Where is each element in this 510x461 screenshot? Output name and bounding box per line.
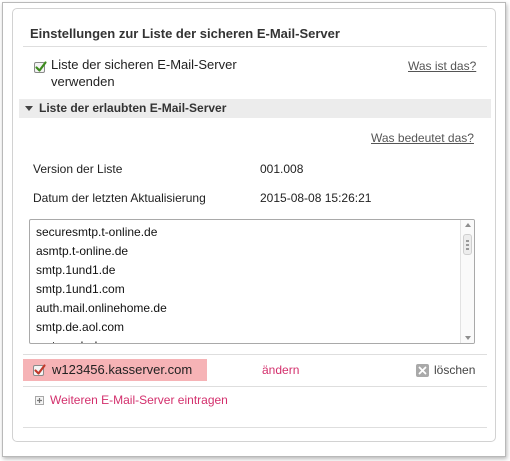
add-server-link[interactable]: Weiteren E-Mail-Server eintragen bbox=[50, 393, 228, 407]
use-list-checkbox[interactable] bbox=[34, 61, 47, 73]
scroll-up-arrow-icon[interactable] bbox=[465, 223, 471, 227]
grip-icon bbox=[466, 248, 469, 250]
row-divider bbox=[23, 386, 487, 387]
last-update-value: 2015-08-08 15:26:21 bbox=[260, 191, 372, 205]
server-list-box[interactable]: securesmtp.t-online.de asmtp.t-online.de… bbox=[29, 219, 475, 344]
bottom-divider bbox=[23, 427, 487, 428]
dialog-window: Einstellungen zur Liste der sicheren E-M… bbox=[2, 2, 506, 457]
settings-panel: Einstellungen zur Liste der sicheren E-M… bbox=[12, 8, 496, 442]
delete-x-icon[interactable] bbox=[416, 364, 429, 377]
grip-icon bbox=[466, 244, 469, 246]
title-divider bbox=[23, 46, 487, 47]
edit-server-link[interactable]: ändern bbox=[262, 363, 299, 377]
grip-icon bbox=[466, 240, 469, 242]
collapse-triangle-icon bbox=[25, 106, 33, 111]
custom-server-name: w123456.kasserver.com bbox=[52, 362, 193, 377]
checkmark-icon bbox=[34, 364, 46, 375]
version-label: Version der Liste bbox=[33, 162, 123, 176]
scroll-down-arrow-icon[interactable] bbox=[465, 336, 471, 340]
list-item: securesmtp.t-online.de bbox=[36, 225, 158, 239]
what-does-this-mean-link[interactable]: Was bedeutet das? bbox=[371, 131, 474, 145]
last-update-label: Datum der letzten Aktualisierung bbox=[33, 191, 206, 205]
version-value: 001.008 bbox=[260, 162, 304, 176]
allowed-servers-title: Liste der erlaubten E-Mail-Server bbox=[39, 101, 227, 115]
settings-title: Einstellungen zur Liste der sicheren E-M… bbox=[30, 26, 340, 41]
list-divider bbox=[23, 354, 487, 355]
delete-server-link[interactable]: löschen bbox=[434, 363, 475, 377]
list-item: smtp.1und1.de bbox=[36, 263, 116, 277]
list-item: auth.mail.onlinehome.de bbox=[36, 301, 167, 315]
list-item: asmtp.t-online.de bbox=[36, 244, 129, 258]
scroll-thumb[interactable] bbox=[463, 234, 472, 255]
list-item: smtp.de.aol.com bbox=[36, 320, 125, 334]
add-server-plus-icon[interactable] bbox=[35, 396, 44, 405]
custom-server-checkbox[interactable] bbox=[33, 364, 46, 376]
allowed-servers-header[interactable]: Liste der erlaubten E-Mail-Server bbox=[19, 99, 491, 118]
use-list-label: Liste der sicheren E-Mail-Server verwend… bbox=[51, 57, 237, 89]
list-item: smtp.1und1.com bbox=[36, 282, 125, 296]
list-scrollbar[interactable] bbox=[460, 220, 474, 343]
what-is-this-link[interactable]: Was ist das? bbox=[408, 59, 476, 73]
custom-server-row: w123456.kasserver.com bbox=[23, 359, 207, 381]
checkmark-icon bbox=[35, 61, 47, 72]
list-item-partial: smtp.web.de bbox=[36, 339, 104, 343]
